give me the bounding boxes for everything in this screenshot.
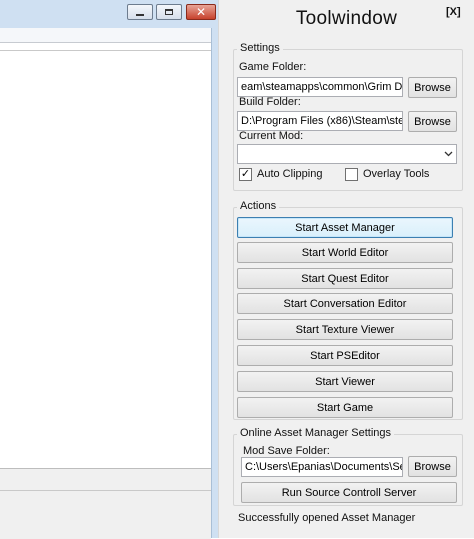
status-text: Successfully opened Asset Manager: [238, 512, 416, 524]
overlay-tools-checkbox[interactable]: [345, 168, 358, 181]
start-viewer-button[interactable]: Start Viewer: [237, 371, 453, 392]
build-folder-label: Build Folder:: [239, 96, 301, 108]
start-game-button[interactable]: Start Game: [237, 397, 453, 418]
chevron-down-icon[interactable]: [443, 148, 453, 160]
close-button[interactable]: ✕: [186, 4, 216, 20]
start-pseditor-button[interactable]: Start PSEditor: [237, 345, 453, 366]
build-folder-input[interactable]: D:\Program Files (x86)\Steam\steamap: [237, 111, 403, 131]
start-texture-viewer-button[interactable]: Start Texture Viewer: [237, 319, 453, 340]
overlay-tools-label[interactable]: Overlay Tools: [363, 168, 429, 180]
build-folder-browse-button[interactable]: Browse: [408, 111, 457, 132]
current-mod-select[interactable]: [237, 144, 457, 164]
background-bottom-panel: [0, 468, 211, 539]
current-mod-label: Current Mod:: [239, 130, 304, 142]
mod-save-folder-label: Mod Save Folder:: [243, 445, 330, 457]
toolwindow: Toolwindow [X] Settings Game Folder: eam…: [218, 0, 474, 538]
start-quest-editor-button[interactable]: Start Quest Editor: [237, 268, 453, 289]
maximize-icon: [165, 9, 173, 15]
mod-save-folder-browse-button[interactable]: Browse: [408, 456, 457, 477]
game-folder-browse-button[interactable]: Browse: [408, 77, 457, 98]
background-window: ✕: [0, 0, 218, 539]
start-world-editor-button[interactable]: Start World Editor: [237, 242, 453, 263]
maximize-button[interactable]: [156, 4, 182, 20]
auto-clipping-label[interactable]: Auto Clipping: [257, 168, 322, 180]
actions-legend: Actions: [237, 200, 280, 212]
game-folder-input[interactable]: eam\steamapps\common\Grim Dawn: [237, 77, 403, 97]
minimize-button[interactable]: [127, 4, 153, 20]
toolwindow-title: Toolwindow: [295, 8, 398, 29]
close-icon: ✕: [195, 5, 207, 19]
background-bottom-divider: [0, 490, 211, 491]
online-settings-legend: Online Asset Manager Settings: [237, 427, 395, 439]
mod-save-folder-input[interactable]: C:\Users\Epanias\Documents\Serve: [241, 457, 403, 477]
run-source-control-server-button[interactable]: Run Source Controll Server: [241, 482, 457, 503]
minimize-icon: [136, 13, 144, 16]
background-window-client: [0, 28, 212, 538]
background-divider: [0, 50, 211, 51]
settings-legend: Settings: [237, 42, 283, 54]
start-asset-manager-button[interactable]: Start Asset Manager: [237, 217, 453, 238]
background-menubar: [0, 28, 211, 43]
start-conversation-editor-button[interactable]: Start Conversation Editor: [237, 293, 453, 314]
checkmark-icon: ✓: [240, 168, 251, 180]
toolwindow-close-button[interactable]: [X]: [446, 6, 461, 18]
game-folder-label: Game Folder:: [239, 61, 307, 73]
auto-clipping-checkbox[interactable]: ✓: [239, 168, 252, 181]
